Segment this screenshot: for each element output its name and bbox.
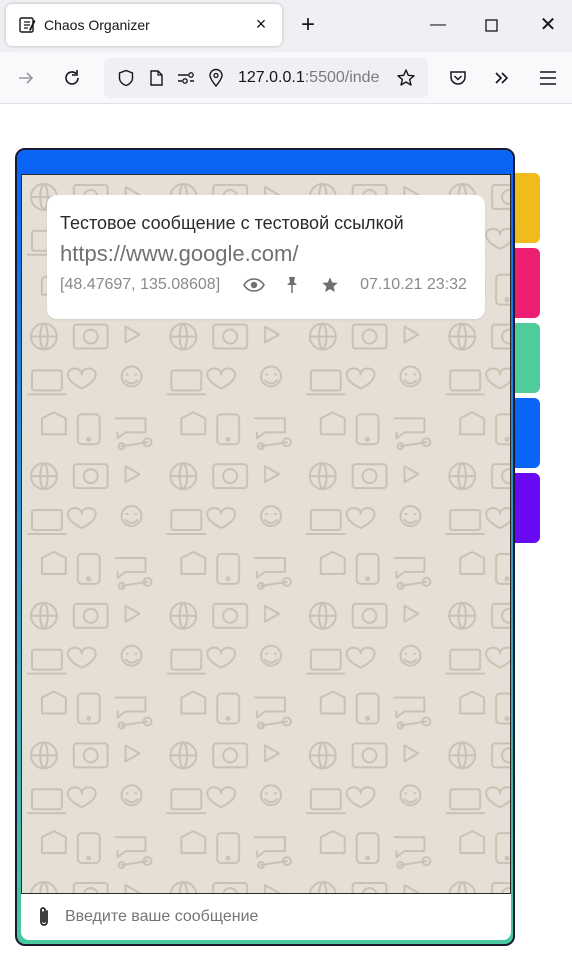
page-content: Тестовое сообщение с тестовой ссылкой ht… <box>0 105 572 962</box>
frame-header <box>17 150 513 174</box>
url-path: :5500/inde <box>304 69 380 86</box>
url-bar[interactable]: 127.0.0.1:5500/inde <box>104 58 428 98</box>
page-icon[interactable] <box>144 66 168 90</box>
notepad-icon <box>19 17 36 33</box>
message-link[interactable]: https://www.google.com/ <box>60 239 472 269</box>
navigation-bar: 127.0.0.1:5500/inde <box>0 52 572 104</box>
message-input-bar <box>21 894 511 940</box>
reload-button[interactable] <box>56 62 88 94</box>
pocket-icon[interactable] <box>442 62 474 94</box>
browser-tab[interactable]: Chaos Organizer × <box>6 4 282 46</box>
tab-title: Chaos Organizer <box>44 17 150 33</box>
shield-icon[interactable] <box>114 66 138 90</box>
organizer-frame: Тестовое сообщение с тестовой ссылкой ht… <box>15 148 515 946</box>
maximize-button[interactable] <box>478 12 506 40</box>
tab-close-icon[interactable]: × <box>252 15 270 34</box>
url-host: 127.0.0.1 <box>238 69 305 86</box>
overflow-menu-icon[interactable] <box>486 62 518 94</box>
message-input[interactable] <box>65 908 465 926</box>
hamburger-menu-icon[interactable] <box>532 62 564 94</box>
eye-icon[interactable] <box>242 275 266 295</box>
message-text: Тестовое сообщение с тестовой ссылкой <box>60 213 404 233</box>
message-meta: [48.47697, 135.08608] 07.10.21 23:32 <box>60 275 472 295</box>
pin-icon[interactable] <box>280 275 304 295</box>
permissions-icon[interactable] <box>174 66 198 90</box>
chat-area[interactable]: Тестовое сообщение с тестовой ссылкой ht… <box>21 174 511 894</box>
bookmark-star-icon[interactable] <box>390 62 422 94</box>
paperclip-icon[interactable] <box>37 905 51 929</box>
message-coordinates: [48.47697, 135.08608] <box>60 276 221 293</box>
minimize-button[interactable]: — <box>424 12 452 40</box>
message-date: 07.10.21 23:32 <box>360 276 467 293</box>
message-card[interactable]: Тестовое сообщение с тестовой ссылкой ht… <box>47 195 485 319</box>
url-text: 127.0.0.1:5500/inde <box>238 69 379 87</box>
forward-button[interactable] <box>10 62 42 94</box>
close-window-button[interactable]: ✕ <box>534 12 562 40</box>
star-icon[interactable] <box>318 275 342 295</box>
new-tab-button[interactable]: + <box>294 12 322 40</box>
location-icon[interactable] <box>204 66 228 90</box>
tab-strip: Chaos Organizer × + — ✕ <box>0 0 572 52</box>
